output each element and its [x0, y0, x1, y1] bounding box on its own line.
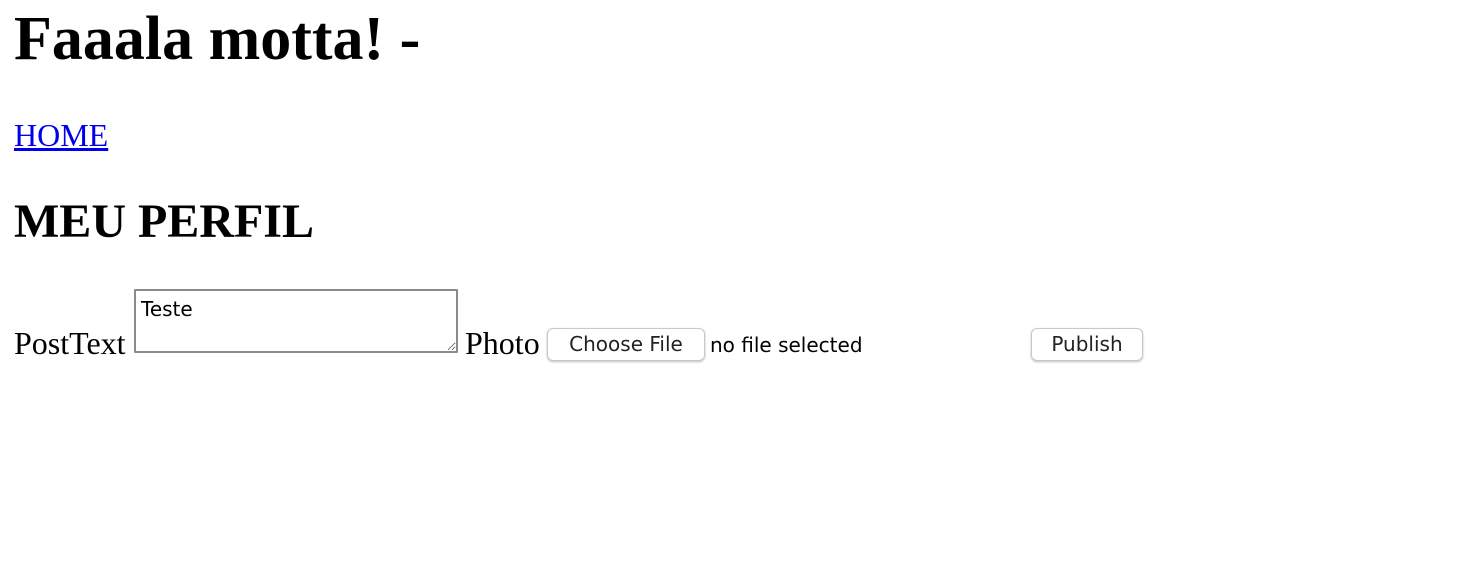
post-text-input[interactable]: Teste — [134, 289, 458, 353]
publish-button[interactable]: Publish — [1031, 328, 1143, 361]
section-title: MEU PERFIL — [14, 195, 314, 248]
greeting-heading: Faaala motta! - — [14, 5, 421, 73]
photo-label: Photo — [465, 325, 540, 361]
home-link[interactable]: HOME — [14, 116, 108, 154]
file-status-text: no file selected — [710, 333, 863, 357]
post-text-label: PostText — [14, 325, 126, 361]
page: Faaala motta! - HOME MEU PERFIL PostText… — [0, 0, 1484, 588]
choose-file-button[interactable]: Choose File — [547, 328, 705, 361]
